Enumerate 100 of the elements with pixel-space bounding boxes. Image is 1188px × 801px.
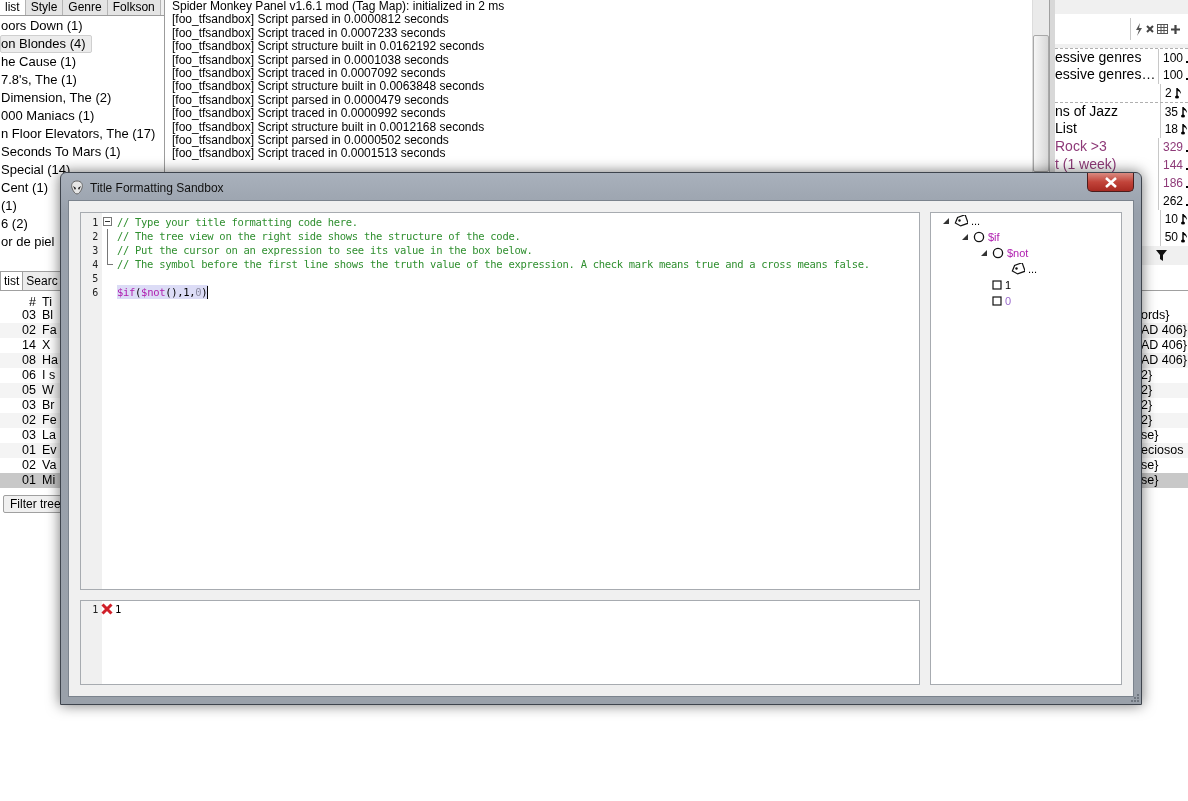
log-line: [foo_tfsandbox] Script traced in 0.0001513 seconds	[172, 147, 446, 161]
tree-view[interactable]: ... $if $not ... 1 0	[930, 212, 1122, 685]
column-header[interactable]: #	[29, 296, 38, 308]
tree-item[interactable]: Dimension, The (2)	[0, 89, 118, 107]
tag-name[interactable]: Rock >3	[1055, 138, 1107, 154]
table-cell: 2}	[1141, 383, 1153, 398]
log-line: [foo_tfsandbox] Script structure built in 0.0162192 seconds	[172, 40, 485, 54]
table-cell: ords}	[1141, 308, 1170, 323]
table-cell: se}	[1141, 428, 1159, 443]
table-cell: La	[42, 428, 56, 443]
track-number: 01	[22, 473, 37, 488]
table-cell: X	[42, 338, 51, 353]
tree-item[interactable]: n Floor Elevators, The (17)	[0, 125, 162, 143]
item-count: 100	[1162, 50, 1183, 65]
tag-name[interactable]: List	[1055, 120, 1077, 136]
log-line: Spider Monkey Panel v1.6.1 mod (Tag Map): initialized in 2 ms	[172, 0, 505, 14]
item-count: 35	[1164, 104, 1178, 119]
line-number: 1	[91, 603, 98, 615]
track-number: 03	[22, 398, 37, 413]
tree-item[interactable]: on Blondes (4)	[0, 35, 92, 53]
track-number: 05	[22, 383, 37, 398]
tab[interactable]: Searc	[22, 271, 62, 290]
window-title: Title Formatting Sandbox	[90, 181, 224, 195]
track-number: 02	[22, 323, 37, 338]
table-cell: Fa	[42, 323, 57, 338]
table-cell: se}	[1141, 458, 1159, 473]
table-cell: Bl	[42, 308, 54, 323]
table-cell: eciosos	[1141, 443, 1184, 458]
log-line: [foo_tfsandbox] Script traced in 0.0000992 seconds	[172, 107, 446, 121]
tree-item[interactable]: Seconds To Mars (1)	[0, 143, 127, 161]
tree-node[interactable]: ...	[971, 215, 981, 227]
track-number: 02	[22, 458, 37, 473]
tree-item[interactable]: or de piel	[0, 233, 61, 251]
result-value: 1	[115, 603, 122, 615]
item-count: 18	[1164, 122, 1178, 136]
tree-item[interactable]: (1)	[0, 197, 23, 215]
item-count: 10	[1164, 212, 1178, 226]
tree-node[interactable]: 1	[1005, 279, 1012, 291]
table-cell: AD 406}	[1141, 353, 1187, 368]
item-count: 2	[1165, 86, 1172, 100]
item-count: 100	[1162, 68, 1183, 82]
table-cell: 2}	[1141, 413, 1153, 428]
table-cell: Ev	[42, 443, 57, 458]
item-count: 329	[1162, 140, 1183, 154]
table-cell: I s	[42, 368, 56, 383]
column-header[interactable]: Ti	[42, 296, 52, 308]
table-cell: se}	[1141, 473, 1159, 488]
tab[interactable]: Genre	[63, 0, 108, 15]
table-cell: Ha	[42, 353, 58, 368]
table-cell: 2}	[1141, 368, 1153, 383]
tab[interactable]: list	[0, 0, 26, 15]
tag-name[interactable]: ns of Jazz	[1055, 103, 1119, 119]
track-number: 14	[22, 338, 37, 353]
track-number: 01	[22, 443, 37, 458]
log-line: [foo_tfsandbox] Script parsed in 0.0000502 seconds	[172, 134, 449, 148]
item-count: 186	[1162, 176, 1183, 190]
tree-item[interactable]: Cent (1)	[0, 179, 54, 197]
tree-node[interactable]: $if	[988, 231, 1000, 243]
table-cell: AD 406}	[1141, 338, 1187, 353]
log-line: [foo_tfsandbox] Script traced in 0.0007233 seconds	[172, 26, 446, 41]
code-comment: // The tree view on the right side shows the structure of the code.	[117, 230, 521, 242]
log-line: [foo_tfsandbox] Script structure built in 0.0012168 seconds	[172, 120, 485, 135]
line-number: 4	[91, 258, 98, 270]
table-cell: 2}	[1141, 398, 1153, 413]
line-number: 1	[91, 216, 98, 228]
line-number: 2	[91, 230, 98, 242]
code-comment: // Type your title formatting code here.	[117, 216, 358, 228]
table-cell: W	[42, 383, 54, 398]
track-number: 06	[22, 368, 37, 383]
line-number: 6	[91, 286, 98, 298]
log-line: [foo_tfsandbox] Script traced in 0.0007092 seconds	[172, 67, 446, 81]
line-number: 5	[91, 272, 98, 284]
tree-item[interactable]: 000 Maniacs (1)	[0, 107, 101, 125]
tab[interactable]: Folkson	[107, 0, 161, 15]
table-cell: Mi	[42, 473, 56, 488]
table-cell: Br	[42, 398, 55, 413]
line-number: 3	[91, 244, 98, 256]
tree-node[interactable]: 0	[1005, 295, 1012, 307]
tag-name[interactable]: t (1 week)	[1055, 156, 1117, 172]
tree-node[interactable]: $not	[1007, 247, 1029, 259]
track-number: 03	[22, 428, 37, 443]
item-count: 50	[1164, 230, 1178, 244]
item-count: 262	[1162, 194, 1183, 208]
tab[interactable]: tist	[0, 271, 24, 290]
tab[interactable]: Style	[25, 0, 64, 15]
log-line: [foo_tfsandbox] Script parsed in 0.0000812 seconds	[172, 13, 449, 27]
table-cell: AD 406}	[1141, 323, 1187, 338]
table-cell: Va	[42, 458, 57, 473]
tree-node[interactable]: ...	[1028, 263, 1038, 275]
log-line: [foo_tfsandbox] Script parsed in 0.0000479 seconds	[172, 93, 449, 108]
code-line: $if($not(),1,0)	[117, 286, 208, 298]
tag-name[interactable]: essive genres…	[1055, 66, 1156, 82]
table-cell: Fe	[42, 413, 57, 428]
tree-item[interactable]: 7.8's, The (1)	[0, 71, 83, 89]
tree-item[interactable]: 6 (2)	[0, 215, 34, 233]
track-number: 03	[22, 308, 37, 323]
tag-name[interactable]: essive genres	[1055, 49, 1142, 65]
track-number: 08	[22, 353, 37, 368]
tree-item[interactable]: oors Down (1)	[0, 17, 89, 35]
tree-item[interactable]: he Cause (1)	[0, 53, 83, 71]
